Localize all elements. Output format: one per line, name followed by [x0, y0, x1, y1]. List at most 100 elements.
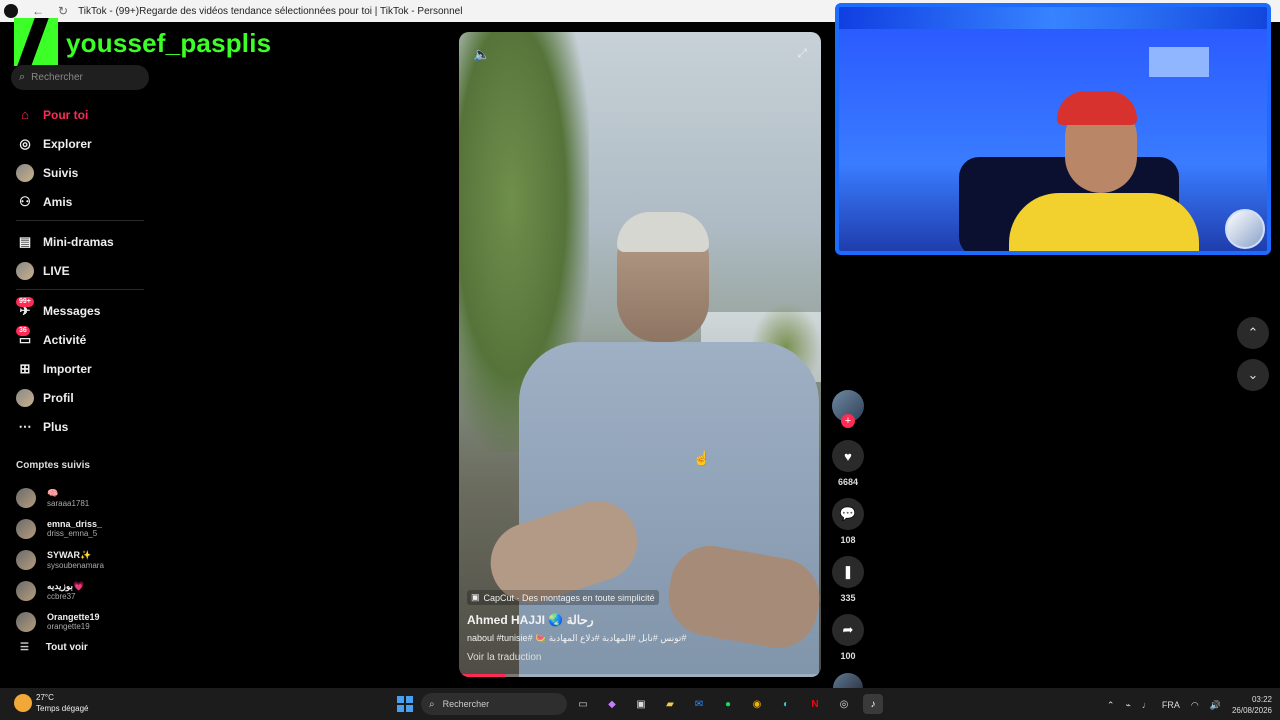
netflix-icon[interactable]: N [805, 694, 825, 714]
clock[interactable]: 03:22 26/08/2026 [1232, 694, 1272, 716]
sidebar-item-activite[interactable]: ▭ 36 Activité [16, 325, 146, 354]
task-view-icon[interactable]: ▭ [573, 694, 593, 714]
followed-account[interactable]: Orangette19 orangette19 [16, 606, 104, 637]
capcut-text: CapCut · Des montages en toute simplicit… [483, 592, 655, 603]
previous-video-button[interactable]: ⌃ [1237, 317, 1269, 349]
search-input[interactable]: ⌕ Rechercher [11, 65, 149, 90]
followed-accounts-title: Comptes suivis [16, 460, 90, 471]
search-icon: ⌕ [19, 71, 26, 83]
bookmark-icon: ❚ [842, 564, 854, 579]
account-username: ccbre37 [47, 591, 76, 601]
capcut-tag[interactable]: ▣ CapCut · Des montages en toute simplic… [467, 590, 659, 605]
account-name: 🧠 [47, 487, 59, 498]
avatar [16, 487, 36, 508]
bookmark-button[interactable]: ❚ [832, 556, 864, 588]
like-count: 6684 [837, 477, 859, 487]
sidebar-item-plus[interactable]: ⋯ Plus [16, 412, 146, 441]
video-progress-fill [459, 674, 507, 677]
account-username: sysoubenamara [47, 560, 104, 570]
sidebar-item-live[interactable]: LIVE [16, 256, 146, 285]
weather-widget[interactable]: 27°C Temps dégagé [14, 692, 88, 714]
compass-icon: ◎ [19, 135, 31, 151]
sidebar-item-label: Activité [43, 332, 87, 347]
chevron-up-icon[interactable]: ⌃ [1107, 700, 1115, 711]
video-navigation: ⌃ ⌄ [1237, 317, 1269, 401]
sidebar-item-label: Plus [43, 419, 69, 434]
sidebar-item-label: Mini-dramas [43, 234, 114, 249]
volume-icon[interactable]: 🔊 [1210, 700, 1221, 711]
followed-account[interactable]: بوزيديه💗 ccbre37 [16, 575, 104, 606]
video-player[interactable]: 🔈 ⤢ ☝ ▣ CapCut · Des montages en toute s… [459, 32, 821, 677]
next-video-button[interactable]: ⌄ [1237, 359, 1269, 391]
follow-plus-icon[interactable]: + [841, 414, 855, 428]
profile-avatar-icon [16, 388, 34, 407]
live-avatar-icon [16, 261, 34, 280]
wifi-icon[interactable]: ◠ [1191, 700, 1199, 711]
weather-condition: Temps dégagé [36, 704, 89, 713]
messages-badge: 99+ [16, 297, 34, 307]
windows-start-icon[interactable] [397, 696, 413, 712]
sidebar-item-pour-toi[interactable]: ⌂ Pour toi [16, 100, 146, 129]
comment-icon: 💬 [839, 506, 857, 521]
tiktok-icon[interactable]: ♪ [863, 694, 883, 714]
followed-account[interactable]: 🧠 saraaa1781 [16, 482, 104, 513]
see-translation-link[interactable]: Voir la traduction [467, 652, 807, 663]
streamer-logo [14, 18, 58, 66]
see-all-link[interactable]: ☰ Tout voir [20, 642, 88, 653]
like-button[interactable]: ♥ [832, 440, 864, 472]
back-icon[interactable]: ← [32, 4, 44, 18]
spotify-icon[interactable]: ● [718, 694, 738, 714]
copilot-icon[interactable]: ◆ [602, 694, 622, 714]
sidebar-item-profil[interactable]: Profil [16, 383, 146, 412]
fullscreen-icon[interactable]: ⤢ [797, 46, 807, 61]
overlay-avatar [1225, 209, 1265, 249]
language-indicator[interactable]: FRA [1162, 700, 1180, 710]
video-info: ▣ CapCut · Des montages en toute simplic… [467, 590, 807, 663]
account-username: orangette19 [47, 622, 90, 631]
avatar [16, 549, 36, 570]
sidebar-item-amis[interactable]: ⚇ Amis [16, 187, 146, 216]
followed-account[interactable]: emna_driss_ driss_emna_5 [16, 513, 104, 544]
tiktok-favicon-icon [4, 4, 18, 18]
chrome-icon[interactable]: ◉ [747, 694, 767, 714]
chevron-down-icon: ⌄ [1247, 367, 1259, 382]
sidebar-item-suivis[interactable]: Suivis [16, 158, 146, 187]
taskbar-search-placeholder: Rechercher [442, 699, 490, 709]
microphone-icon[interactable]: ♩ [1142, 700, 1151, 710]
account-name: SYWAR✨ [47, 549, 92, 560]
plus-square-icon: ⊞ [19, 360, 31, 376]
sidebar-item-messages[interactable]: ✈ 99+ Messages [16, 296, 146, 325]
list-icon: ☰ [20, 642, 29, 653]
volume-icon[interactable]: 🔈 [473, 46, 490, 63]
action-rail: + ♥ 6684 💬 108 ❚ 335 ➦ 100 [832, 390, 864, 703]
outlook-icon[interactable]: ✉ [689, 694, 709, 714]
sidebar-item-label: Pour toi [43, 107, 89, 122]
sidebar-item-explorer[interactable]: ◎ Explorer [16, 129, 146, 158]
sidebar-item-label: Profil [43, 390, 74, 405]
video-author[interactable]: Ahmed HAJJI 🌏 رحالة [467, 613, 807, 627]
comment-button[interactable]: 💬 [832, 498, 864, 530]
account-username: saraaa1781 [47, 498, 90, 508]
file-explorer-icon[interactable]: ▰ [660, 694, 680, 714]
sidebar-item-label: Suivis [43, 165, 79, 180]
edge-icon[interactable]: ◐ [776, 694, 796, 714]
webcam-overlay [835, 3, 1271, 255]
account-username: driss_emna_5 [47, 529, 98, 538]
account-name: بوزيديه💗 [47, 580, 85, 591]
taskbar-search[interactable]: ⌕ Rechercher [421, 693, 567, 715]
obs-icon[interactable]: ◎ [834, 694, 854, 714]
store-icon[interactable]: ▣ [631, 694, 651, 714]
reload-icon[interactable]: ↻ [58, 4, 68, 18]
chevron-up-icon: ⌃ [1247, 325, 1259, 340]
account-name: emna_driss_ [47, 519, 103, 529]
video-progress-bar[interactable] [459, 674, 821, 677]
creator-avatar[interactable]: + [832, 390, 864, 428]
network-icon[interactable]: ⌁ [1125, 700, 1130, 711]
window-title: TikTok - (99+)Regarde des vidéos tendanc… [78, 5, 463, 17]
followed-accounts-list: 🧠 saraaa1781 emna_driss_ driss_emna_5 SYWA… [16, 482, 104, 637]
followed-account[interactable]: SYWAR✨ sysoubenamara [16, 544, 104, 575]
share-button[interactable]: ➦ [832, 614, 864, 646]
sidebar-item-mini-dramas[interactable]: ▤ Mini-dramas [16, 227, 146, 256]
sidebar-item-importer[interactable]: ⊞ Importer [16, 354, 146, 383]
friends-icon: ⚇ [19, 193, 31, 209]
